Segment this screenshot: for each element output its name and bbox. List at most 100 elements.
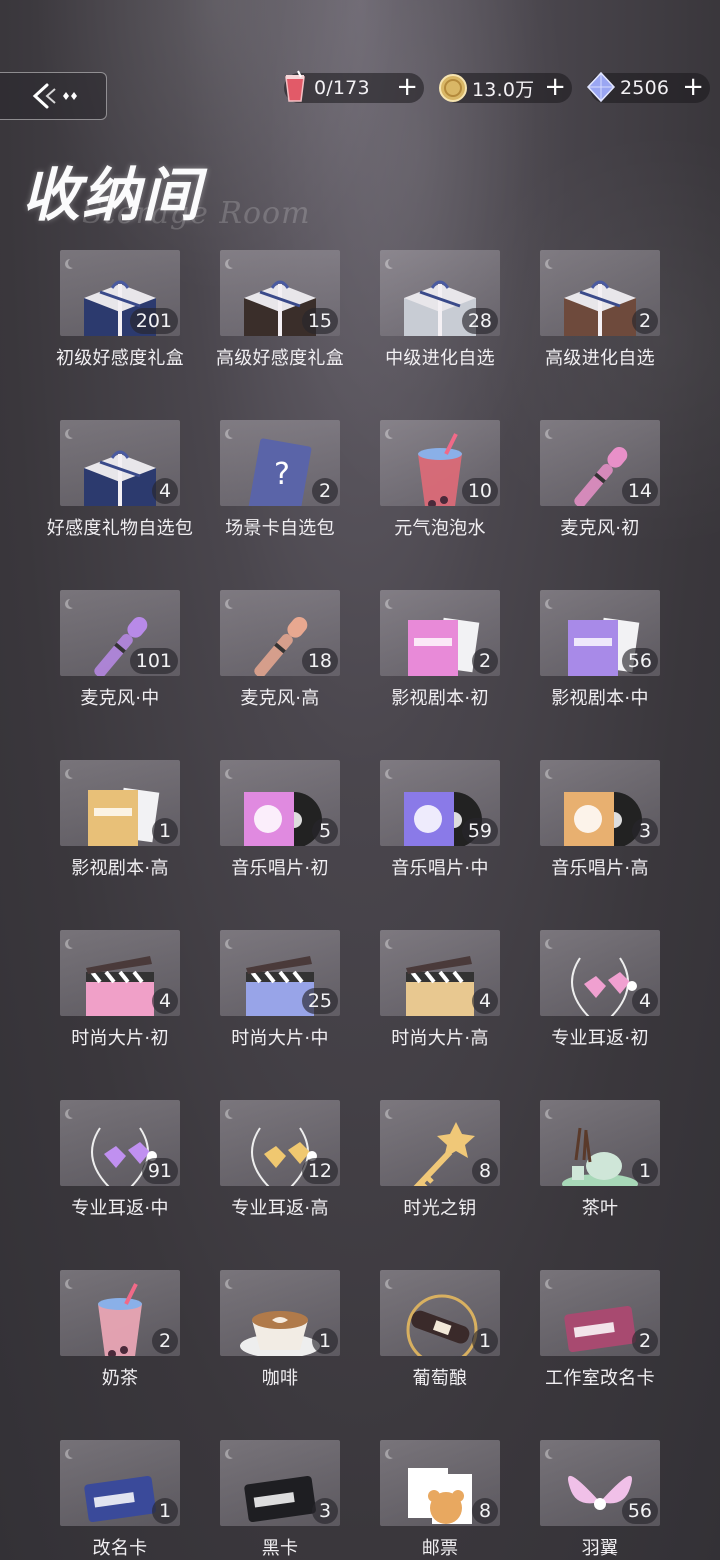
item-name: 黑卡 (261, 1538, 299, 1559)
inventory-item[interactable]: 3 音乐唱片·高 (520, 760, 680, 880)
gold-value: 13.0万 (472, 78, 535, 101)
diamond-value: 2506 (620, 77, 670, 99)
inventory-item[interactable]: 59 音乐唱片·中 (360, 760, 520, 880)
item-name: 影视剧本·高 (71, 858, 169, 879)
inventory-item[interactable]: 8 邮票 (360, 1440, 520, 1560)
item-tile[interactable]: 91 (60, 1100, 180, 1186)
inventory-item[interactable]: 4 好感度礼物自选包 (40, 420, 200, 540)
item-count: 2 (632, 1328, 658, 1354)
item-tile[interactable]: 8 (380, 1440, 500, 1526)
inventory-item[interactable]: 2 工作室改名卡 (520, 1270, 680, 1390)
item-name: 专业耳返·中 (71, 1198, 169, 1219)
inventory-item[interactable]: 201 初级好感度礼盒 (40, 250, 200, 370)
inventory-item[interactable]: ? 2 场景卡自选包 (200, 420, 360, 540)
item-tile[interactable]: 4 (540, 930, 660, 1016)
item-tile[interactable]: 59 (380, 760, 500, 846)
item-tile[interactable]: 1 (220, 1270, 340, 1356)
inventory-item[interactable]: 12 专业耳返·高 (200, 1100, 360, 1220)
resource-gold: 13.0万 + (439, 73, 572, 103)
inventory-item[interactable]: 18 麦克风·高 (200, 590, 360, 710)
item-count: 1 (312, 1328, 338, 1354)
item-tile[interactable]: 56 (540, 590, 660, 676)
inventory-item[interactable]: 10 元气泡泡水 (360, 420, 520, 540)
item-count: 56 (621, 648, 658, 674)
item-name: 时尚大片·初 (71, 1028, 169, 1049)
inventory-item[interactable]: 91 专业耳返·中 (40, 1100, 200, 1220)
item-count: 4 (472, 988, 498, 1014)
item-tile[interactable]: 28 (380, 250, 500, 336)
item-tile[interactable]: 4 (60, 420, 180, 506)
item-name: 邮票 (421, 1538, 459, 1559)
item-tile[interactable]: 12 (220, 1100, 340, 1186)
add-gold-button[interactable]: + (544, 73, 566, 101)
inventory-item[interactable]: 3 黑卡 (200, 1440, 360, 1560)
item-name: 影视剧本·初 (391, 688, 489, 709)
add-drink-button[interactable]: + (396, 73, 418, 101)
item-count: 1 (632, 1158, 658, 1184)
item-name: 元气泡泡水 (394, 518, 486, 539)
inventory-item[interactable]: 1 茶叶 (520, 1100, 680, 1220)
inventory-item[interactable]: 14 麦克风·初 (520, 420, 680, 540)
item-tile[interactable]: 1 (60, 760, 180, 846)
item-name: 羽翼 (581, 1538, 619, 1559)
inventory-item[interactable]: 8 时光之钥 (360, 1100, 520, 1220)
inventory-item[interactable]: 56 影视剧本·中 (520, 590, 680, 710)
item-tile[interactable]: 2 (380, 590, 500, 676)
item-name: 高级进化自选 (545, 348, 655, 369)
item-tile[interactable]: 201 (60, 250, 180, 336)
drink-value: 0/173 (314, 77, 370, 99)
inventory-item[interactable]: 4 时尚大片·初 (40, 930, 200, 1050)
item-name: 茶叶 (581, 1198, 619, 1219)
item-count: 4 (152, 988, 178, 1014)
add-diamond-button[interactable]: + (682, 73, 704, 101)
inventory-item[interactable]: 5 音乐唱片·初 (200, 760, 360, 880)
item-count: 8 (472, 1498, 498, 1524)
inventory-item[interactable]: 2 高级进化自选 (520, 250, 680, 370)
page-subtitle: Storage Room (82, 196, 311, 231)
item-tile[interactable]: 5 (220, 760, 340, 846)
inventory-item[interactable]: 25 时尚大片·中 (200, 930, 360, 1050)
item-count: 18 (301, 648, 338, 674)
item-tile[interactable]: 10 (380, 420, 500, 506)
back-button[interactable] (0, 72, 107, 120)
item-count: 101 (129, 648, 178, 674)
item-tile[interactable]: 2 (540, 250, 660, 336)
inventory-item[interactable]: 56 羽翼 (520, 1440, 680, 1560)
item-name: 时尚大片·中 (231, 1028, 329, 1049)
item-count: 1 (152, 818, 178, 844)
inventory-item[interactable]: 1 咖啡 (200, 1270, 360, 1390)
item-tile[interactable]: 18 (220, 590, 340, 676)
item-tile[interactable]: 2 (60, 1270, 180, 1356)
item-tile[interactable]: 15 (220, 250, 340, 336)
inventory-item[interactable]: 1 葡萄酿 (360, 1270, 520, 1390)
item-name: 时尚大片·高 (391, 1028, 489, 1049)
inventory-item[interactable]: 2 影视剧本·初 (360, 590, 520, 710)
item-tile[interactable]: 4 (380, 930, 500, 1016)
inventory-item[interactable]: 15 高级好感度礼盒 (200, 250, 360, 370)
item-tile[interactable]: 2 (540, 1270, 660, 1356)
item-count: 3 (632, 818, 658, 844)
item-name: 初级好感度礼盒 (55, 348, 185, 369)
item-tile[interactable]: 1 (540, 1100, 660, 1186)
inventory-item[interactable]: 28 中级进化自选 (360, 250, 520, 370)
item-tile[interactable]: 1 (60, 1440, 180, 1526)
inventory-item[interactable]: 4 时尚大片·高 (360, 930, 520, 1050)
item-tile[interactable]: 14 (540, 420, 660, 506)
resource-diamond: 2506 + (586, 71, 710, 103)
item-tile[interactable]: ? 2 (220, 420, 340, 506)
inventory-item[interactable]: 101 麦克风·中 (40, 590, 200, 710)
item-tile[interactable]: 56 (540, 1440, 660, 1526)
item-tile[interactable]: 8 (380, 1100, 500, 1186)
item-name: 麦克风·初 (560, 518, 640, 539)
item-tile[interactable]: 3 (540, 760, 660, 846)
inventory-item[interactable]: 1 影视剧本·高 (40, 760, 200, 880)
item-count: 201 (129, 308, 178, 334)
item-tile[interactable]: 4 (60, 930, 180, 1016)
inventory-item[interactable]: 4 专业耳返·初 (520, 930, 680, 1050)
item-tile[interactable]: 1 (380, 1270, 500, 1356)
inventory-item[interactable]: 1 改名卡 (40, 1440, 200, 1560)
item-tile[interactable]: 3 (220, 1440, 340, 1526)
inventory-item[interactable]: 2 奶茶 (40, 1270, 200, 1390)
item-tile[interactable]: 25 (220, 930, 340, 1016)
item-tile[interactable]: 101 (60, 590, 180, 676)
